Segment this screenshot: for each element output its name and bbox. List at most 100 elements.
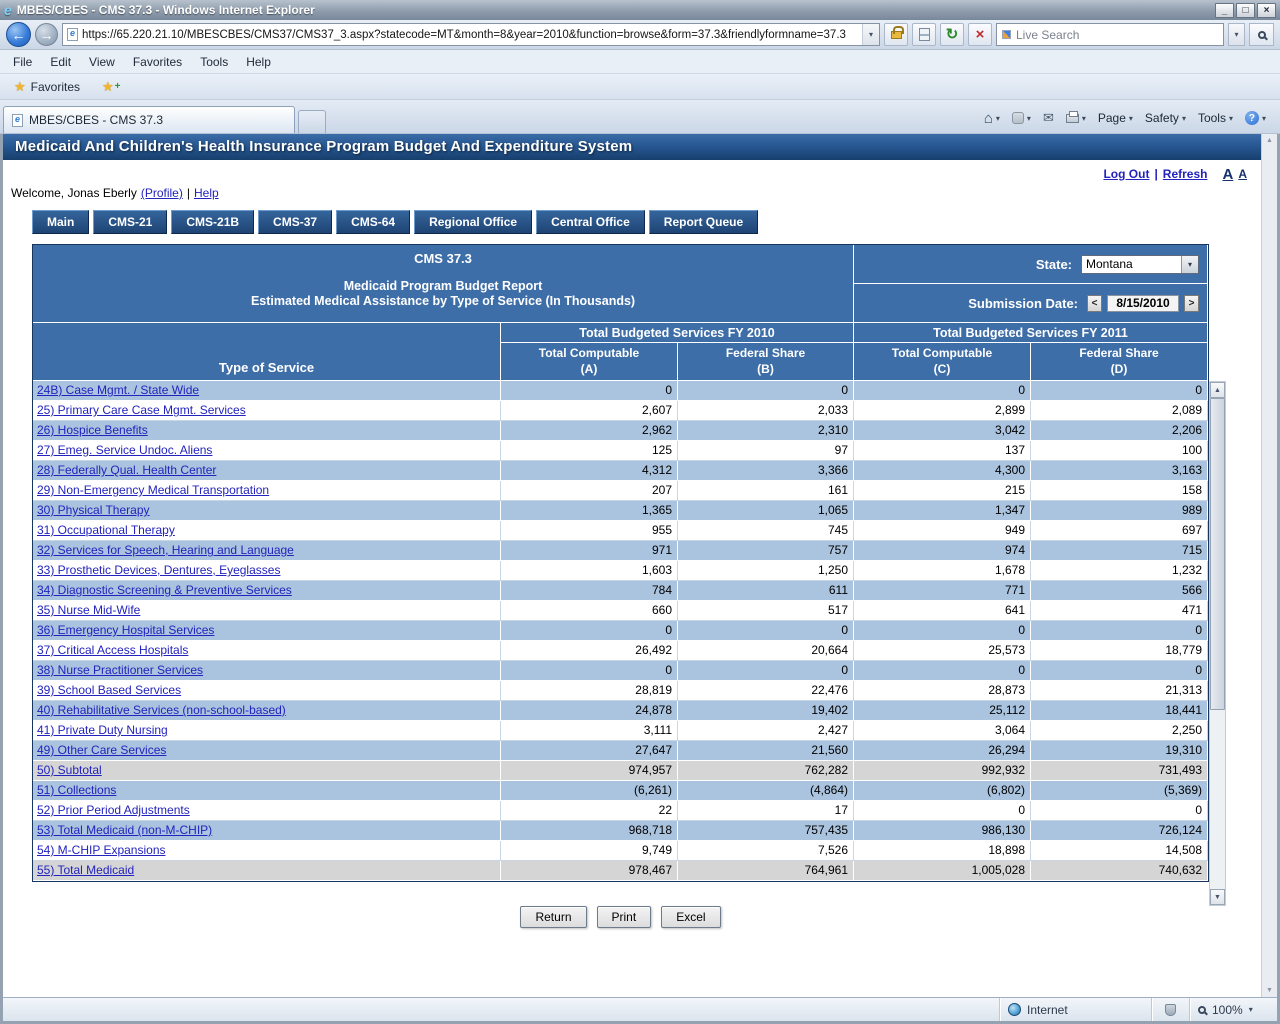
close-button[interactable]: × — [1257, 3, 1276, 18]
browser-scroll-up-icon[interactable]: ▲ — [1266, 137, 1273, 144]
search-dropdown-button[interactable]: ▾ — [1228, 23, 1245, 46]
value-federal-share-fy2011: 726,124 — [1031, 821, 1208, 841]
service-link[interactable]: 53) Total Medicaid (non-M-CHIP) — [37, 823, 212, 837]
font-decrease-button[interactable]: A — [1238, 167, 1247, 181]
service-link[interactable]: 51) Collections — [37, 783, 116, 797]
lock-icon[interactable] — [884, 23, 908, 46]
refresh-icon[interactable]: ↻ — [940, 23, 964, 46]
table-row: 51) Collections (6,261) (4,864) (6,802) … — [33, 781, 1208, 801]
service-link[interactable]: 40) Rehabilitative Services (non-school-… — [37, 703, 286, 717]
service-link[interactable]: 25) Primary Care Case Mgmt. Services — [37, 403, 246, 417]
value-total-computable-fy2011: 25,573 — [854, 641, 1031, 661]
stop-icon[interactable]: × — [968, 23, 992, 46]
scrollbar-thumb[interactable] — [1210, 398, 1225, 710]
zoom-dropdown-icon[interactable]: ▾ — [1249, 1005, 1253, 1014]
nav-tab-report-queue[interactable]: Report Queue — [649, 210, 758, 234]
nav-tab-cms21[interactable]: CMS-21 — [93, 210, 167, 234]
report-region: CMS 37.3 Medicaid Program Budget Report … — [32, 244, 1209, 928]
menu-file[interactable]: File — [4, 52, 41, 72]
feeds-button[interactable]: ▾ — [1007, 109, 1036, 127]
service-link[interactable]: 36) Emergency Hospital Services — [37, 623, 214, 637]
address-dropdown-button[interactable]: ▾ — [862, 23, 879, 46]
nav-tab-cms21b[interactable]: CMS-21B — [171, 210, 254, 234]
service-link[interactable]: 34) Diagnostic Screening & Preventive Se… — [37, 583, 292, 597]
read-mail-button[interactable]: ✉ — [1038, 107, 1059, 129]
service-link[interactable]: 52) Prior Period Adjustments — [37, 803, 190, 817]
nav-tab-cms64[interactable]: CMS-64 — [336, 210, 410, 234]
service-link[interactable]: 39) School Based Services — [37, 683, 181, 697]
logout-link[interactable]: Log Out — [1103, 167, 1149, 181]
tab-mbes-cbes[interactable]: MBES/CBES - CMS 37.3 — [3, 106, 295, 133]
menu-favorites[interactable]: Favorites — [124, 52, 191, 72]
value-total-computable-fy2011: (6,802) — [854, 781, 1031, 801]
return-button[interactable]: Return — [520, 906, 586, 928]
profile-link[interactable]: (Profile) — [141, 186, 183, 200]
nav-tab-main[interactable]: Main — [32, 210, 89, 234]
minimize-button[interactable]: _ — [1215, 3, 1234, 18]
menu-help[interactable]: Help — [237, 52, 280, 72]
nav-tab-cms37[interactable]: CMS-37 — [258, 210, 332, 234]
add-to-favorites-bar-button[interactable]: ★+ — [96, 77, 127, 97]
tools-menu-button[interactable]: Tools▾ — [1193, 108, 1238, 128]
service-link[interactable]: 35) Nurse Mid-Wife — [37, 603, 140, 617]
service-link[interactable]: 55) Total Medicaid — [37, 863, 134, 877]
service-link[interactable]: 31) Occupational Therapy — [37, 523, 175, 537]
service-link[interactable]: 26) Hospice Benefits — [37, 423, 148, 437]
service-link[interactable]: 33) Prosthetic Devices, Dentures, Eyegla… — [37, 563, 280, 577]
compatibility-view-icon[interactable] — [912, 23, 936, 46]
font-increase-button[interactable]: A — [1222, 166, 1233, 183]
address-bar[interactable]: https://65.220.21.10/MBESCBES/CMS37/CMS3… — [62, 23, 880, 46]
service-link[interactable]: 29) Non-Emergency Medical Transportation — [37, 483, 269, 497]
menu-view[interactable]: View — [80, 52, 124, 72]
state-dropdown-icon[interactable]: ▾ — [1181, 256, 1198, 273]
refresh-link[interactable]: Refresh — [1163, 167, 1208, 181]
help-button[interactable]: ?▾ — [1240, 108, 1271, 128]
value-total-computable-fy2010: 2,607 — [501, 401, 678, 421]
service-link[interactable]: 32) Services for Speech, Hearing and Lan… — [37, 543, 294, 557]
browser-scroll-down-icon[interactable]: ▼ — [1266, 987, 1273, 994]
column-header-a: Total Computable(A) — [501, 343, 678, 381]
page-menu-button[interactable]: Page▾ — [1093, 108, 1138, 128]
help-link[interactable]: Help — [194, 186, 219, 200]
table-scrollbar[interactable]: ▲ ▼ — [1209, 381, 1226, 906]
scroll-up-button[interactable]: ▲ — [1210, 382, 1225, 398]
new-tab-button[interactable] — [298, 110, 326, 133]
forward-button[interactable]: → — [35, 23, 58, 46]
value-total-computable-fy2010: 22 — [501, 801, 678, 821]
service-link[interactable]: 28) Federally Qual. Health Center — [37, 463, 216, 477]
excel-button[interactable]: Excel — [661, 906, 720, 928]
value-total-computable-fy2011: 4,300 — [854, 461, 1031, 481]
safety-menu-button[interactable]: Safety▾ — [1140, 108, 1191, 128]
value-total-computable-fy2010: 207 — [501, 481, 678, 501]
value-total-computable-fy2011: 0 — [854, 801, 1031, 821]
service-link[interactable]: 27) Emeg. Service Undoc. Aliens — [37, 443, 212, 457]
submission-next-button[interactable]: > — [1184, 295, 1199, 312]
menu-edit[interactable]: Edit — [41, 52, 80, 72]
maximize-button[interactable]: □ — [1236, 3, 1255, 18]
browser-scrollbar[interactable]: ▲ ▼ — [1261, 134, 1277, 997]
service-link[interactable]: 30) Physical Therapy — [37, 503, 150, 517]
search-icon[interactable] — [1249, 23, 1274, 46]
table-row: 50) Subtotal 974,957 762,282 992,932 731… — [33, 761, 1208, 781]
service-link[interactable]: 37) Critical Access Hospitals — [37, 643, 188, 657]
state-select[interactable]: Montana ▾ — [1081, 255, 1199, 274]
back-button[interactable]: ← — [6, 22, 31, 47]
zoom-control[interactable]: 100% ▾ — [1189, 998, 1277, 1021]
service-link[interactable]: 54) M-CHIP Expansions — [37, 843, 166, 857]
home-button[interactable]: ⌂▾ — [979, 109, 1005, 128]
print-button[interactable]: ▾ — [1061, 111, 1091, 126]
print-action-button[interactable]: Print — [597, 906, 652, 928]
submission-prev-button[interactable]: < — [1087, 295, 1102, 312]
service-link[interactable]: 38) Nurse Practitioner Services — [37, 663, 203, 677]
favorites-button[interactable]: ★ Favorites — [8, 77, 86, 97]
service-link[interactable]: 50) Subtotal — [37, 763, 102, 777]
scroll-down-button[interactable]: ▼ — [1210, 889, 1225, 905]
service-link[interactable]: 49) Other Care Services — [37, 743, 166, 757]
report-table: CMS 37.3 Medicaid Program Budget Report … — [33, 245, 1208, 881]
nav-tab-central-office[interactable]: Central Office — [536, 210, 645, 234]
service-link[interactable]: 24B) Case Mgmt. / State Wide — [37, 383, 199, 397]
service-link[interactable]: 41) Private Duty Nursing — [37, 723, 168, 737]
nav-tab-regional-office[interactable]: Regional Office — [414, 210, 532, 234]
search-input[interactable]: Live Search — [996, 23, 1224, 46]
menu-tools[interactable]: Tools — [191, 52, 237, 72]
